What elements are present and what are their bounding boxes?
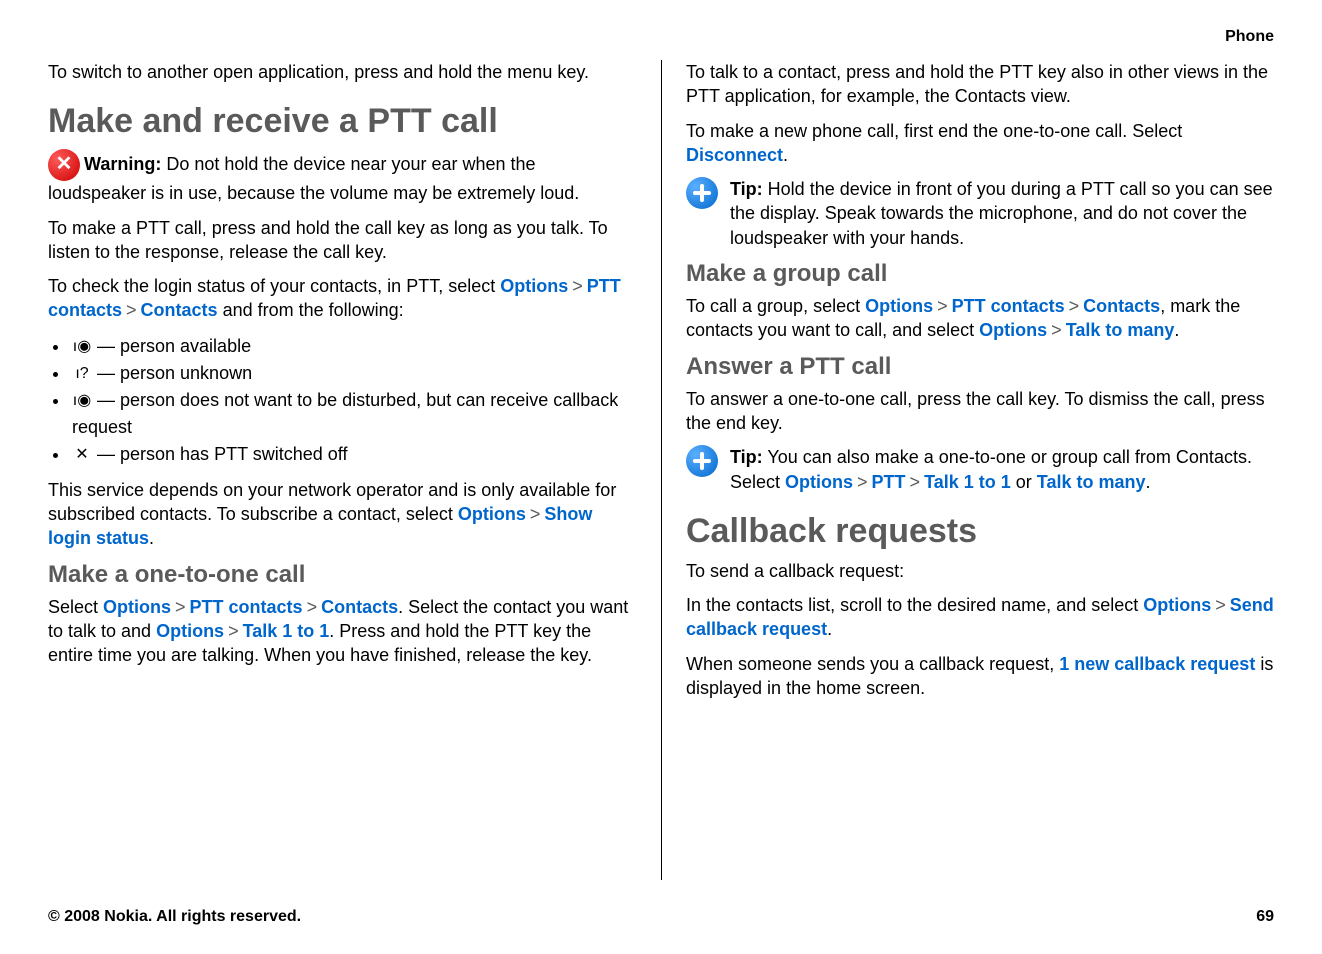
paragraph: To check the login status of your contac… bbox=[48, 274, 637, 323]
status-dnd-icon: ı◉ bbox=[72, 389, 92, 413]
text: To make a new phone call, first end the … bbox=[686, 121, 1182, 141]
separator: > bbox=[1211, 595, 1230, 615]
tip-label: Tip: bbox=[730, 447, 763, 467]
paragraph: This service depends on your network ope… bbox=[48, 478, 637, 551]
footer: © 2008 Nokia. All rights reserved. 69 bbox=[48, 908, 1274, 926]
paragraph: To send a callback request: bbox=[686, 559, 1274, 583]
link-ptt[interactable]: PTT bbox=[872, 472, 906, 492]
paragraph: Select Options>PTT contacts>Contacts. Se… bbox=[48, 595, 637, 668]
link-contacts[interactable]: Contacts bbox=[141, 300, 218, 320]
link-options[interactable]: Options bbox=[865, 296, 933, 316]
link-options[interactable]: Options bbox=[785, 472, 853, 492]
heading-make-one-to-one: Make a one-to-one call bbox=[48, 561, 637, 589]
paragraph: To make a PTT call, press and hold the c… bbox=[48, 216, 637, 265]
text: . bbox=[827, 619, 832, 639]
link-ptt-contacts[interactable]: PTT contacts bbox=[952, 296, 1065, 316]
separator: > bbox=[303, 597, 322, 617]
copyright: © 2008 Nokia. All rights reserved. bbox=[48, 908, 301, 926]
column-left: To switch to another open application, p… bbox=[48, 60, 661, 880]
list-item: ı? — person unknown bbox=[70, 360, 637, 387]
separator: > bbox=[171, 597, 190, 617]
tip-label: Tip: bbox=[730, 179, 763, 199]
link-ptt-contacts[interactable]: PTT contacts bbox=[190, 597, 303, 617]
link-talk-1-to-1[interactable]: Talk 1 to 1 bbox=[243, 621, 330, 641]
link-contacts[interactable]: Contacts bbox=[321, 597, 398, 617]
link-options[interactable]: Options bbox=[1143, 595, 1211, 615]
text: — person does not want to be disturbed, … bbox=[72, 390, 618, 437]
text: . bbox=[1145, 472, 1150, 492]
text: To check the login status of your contac… bbox=[48, 276, 500, 296]
paragraph: When someone sends you a callback reques… bbox=[686, 652, 1274, 701]
separator: > bbox=[933, 296, 952, 316]
heading-make-receive-ptt: Make and receive a PTT call bbox=[48, 102, 637, 141]
breadcrumb: Phone bbox=[1225, 28, 1274, 46]
separator: > bbox=[853, 472, 872, 492]
content-columns: To switch to another open application, p… bbox=[48, 60, 1274, 880]
status-list: ı◉ — person available ı? — person unknow… bbox=[48, 333, 637, 468]
text: . bbox=[149, 528, 154, 548]
list-item: ✕ — person has PTT switched off bbox=[70, 441, 637, 468]
text: To call a group, select bbox=[686, 296, 865, 316]
text: — person unknown bbox=[92, 363, 252, 383]
paragraph: To talk to a contact, press and hold the… bbox=[686, 60, 1274, 109]
tip-text: Tip: Hold the device in front of you dur… bbox=[730, 177, 1274, 250]
list-item: ı◉ — person available bbox=[70, 333, 637, 360]
link-talk-1-to-1[interactable]: Talk 1 to 1 bbox=[924, 472, 1011, 492]
warning-paragraph: Warning: Do not hold the device near you… bbox=[48, 149, 637, 205]
warning-icon bbox=[48, 149, 80, 181]
separator: > bbox=[526, 504, 545, 524]
separator: > bbox=[1065, 296, 1084, 316]
status-off-icon: ✕ bbox=[72, 443, 92, 467]
heading-make-group-call: Make a group call bbox=[686, 260, 1274, 288]
page-number: 69 bbox=[1256, 908, 1274, 926]
separator: > bbox=[568, 276, 587, 296]
heading-answer-ptt-call: Answer a PTT call bbox=[686, 353, 1274, 381]
paragraph: To answer a one-to-one call, press the c… bbox=[686, 387, 1274, 436]
separator: > bbox=[122, 300, 141, 320]
warning-label: Warning: bbox=[84, 154, 161, 174]
text: When someone sends you a callback reques… bbox=[686, 654, 1059, 674]
separator: > bbox=[224, 621, 243, 641]
link-disconnect[interactable]: Disconnect bbox=[686, 145, 783, 165]
link-options[interactable]: Options bbox=[500, 276, 568, 296]
tip-block: Tip: You can also make a one-to-one or g… bbox=[686, 445, 1274, 494]
link-options[interactable]: Options bbox=[156, 621, 224, 641]
link-new-callback-request[interactable]: 1 new callback request bbox=[1059, 654, 1255, 674]
tip-text: Tip: You can also make a one-to-one or g… bbox=[730, 445, 1274, 494]
text: Hold the device in front of you during a… bbox=[730, 179, 1273, 248]
paragraph: In the contacts list, scroll to the desi… bbox=[686, 593, 1274, 642]
text: — person available bbox=[92, 336, 251, 356]
tip-icon bbox=[686, 177, 718, 209]
page: Phone To switch to another open applicat… bbox=[0, 0, 1322, 954]
link-contacts[interactable]: Contacts bbox=[1083, 296, 1160, 316]
paragraph: To make a new phone call, first end the … bbox=[686, 119, 1274, 168]
tip-icon bbox=[686, 445, 718, 477]
text: or bbox=[1011, 472, 1037, 492]
separator: > bbox=[906, 472, 925, 492]
column-right: To talk to a contact, press and hold the… bbox=[661, 60, 1274, 880]
link-options[interactable]: Options bbox=[979, 320, 1047, 340]
text: and from the following: bbox=[218, 300, 404, 320]
heading-callback-requests: Callback requests bbox=[686, 512, 1274, 551]
link-options[interactable]: Options bbox=[458, 504, 526, 524]
text: In the contacts list, scroll to the desi… bbox=[686, 595, 1143, 615]
separator: > bbox=[1047, 320, 1066, 340]
link-talk-to-many[interactable]: Talk to many bbox=[1066, 320, 1175, 340]
tip-block: Tip: Hold the device in front of you dur… bbox=[686, 177, 1274, 250]
paragraph: To switch to another open application, p… bbox=[48, 60, 637, 84]
text: — person has PTT switched off bbox=[92, 444, 347, 464]
list-item: ı◉ — person does not want to be disturbe… bbox=[70, 387, 637, 441]
status-unknown-icon: ı? bbox=[72, 362, 92, 386]
link-options[interactable]: Options bbox=[103, 597, 171, 617]
paragraph: To call a group, select Options>PTT cont… bbox=[686, 294, 1274, 343]
link-talk-to-many[interactable]: Talk to many bbox=[1037, 472, 1146, 492]
text: . bbox=[783, 145, 788, 165]
text: Select bbox=[48, 597, 103, 617]
text: . bbox=[1174, 320, 1179, 340]
status-available-icon: ı◉ bbox=[72, 335, 92, 359]
